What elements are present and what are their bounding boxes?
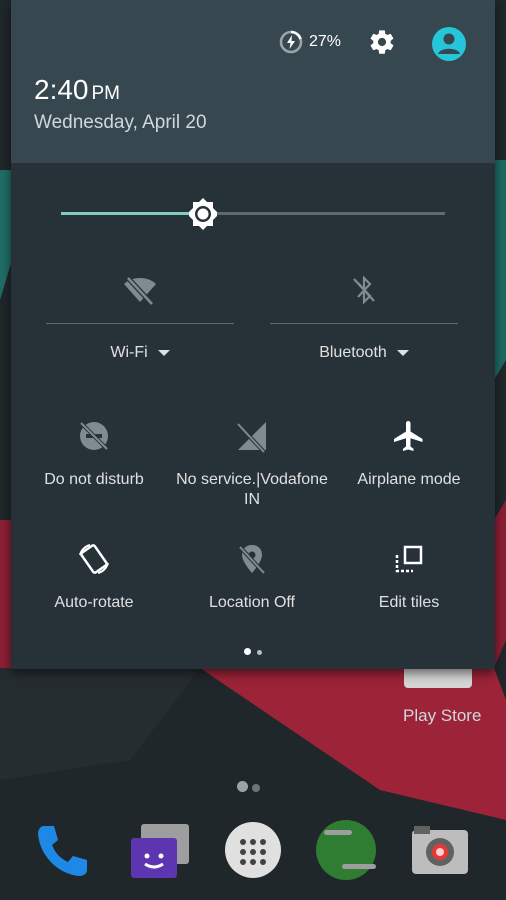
clock-ampm: PM — [91, 83, 121, 104]
do-not-disturb-icon[interactable] — [76, 418, 112, 454]
bluetooth-divider — [270, 323, 458, 324]
auto-rotate-icon[interactable] — [76, 541, 112, 577]
hangouts-icon[interactable] — [314, 818, 378, 882]
no-signal-icon[interactable] — [234, 418, 270, 454]
chevron-down-icon[interactable] — [157, 349, 170, 356]
date[interactable]: Wednesday, April 20 — [34, 112, 207, 134]
edit-tiles-label: Edit tiles — [378, 594, 440, 611]
edit-tiles-tile[interactable]: Edit tiles — [329, 541, 489, 613]
wifi-label[interactable]: Wi-Fi — [46, 344, 234, 362]
cellular-tile[interactable]: No service.|Vodafone IN — [172, 418, 332, 510]
quick-settings-panel: 27% 2:40 PM Wednesday, April 20 Wi-Fi Bl… — [11, 0, 495, 669]
location-label: Location Off — [209, 594, 295, 611]
location-off-icon[interactable] — [234, 541, 270, 577]
airplane-mode-tile[interactable]: Airplane mode — [329, 418, 489, 490]
camera-icon[interactable] — [408, 818, 472, 882]
edit-tiles-icon[interactable] — [391, 541, 427, 577]
clock[interactable]: 2:40 PM — [34, 74, 120, 106]
do-not-disturb-tile[interactable]: Do not disturb — [14, 418, 174, 490]
brightness-fill — [61, 212, 203, 215]
phone-icon[interactable] — [30, 818, 94, 882]
auto-rotate-label: Auto-rotate — [54, 594, 134, 611]
airplane-icon[interactable] — [391, 418, 427, 454]
cellular-label: No service.|Vodafone IN — [176, 471, 328, 508]
messaging-icon[interactable] — [127, 818, 191, 882]
user-account-icon[interactable] — [431, 26, 467, 62]
clock-time: 2:40 — [34, 74, 89, 105]
dock — [0, 810, 506, 900]
settings-gear-icon[interactable] — [368, 28, 396, 56]
home-page-indicator — [237, 779, 264, 797]
app-drawer-icon[interactable] — [221, 818, 285, 882]
wifi-off-icon[interactable] — [122, 272, 158, 308]
location-tile[interactable]: Location Off — [172, 541, 332, 613]
quick-settings-page-indicator — [11, 642, 495, 660]
bluetooth-off-icon[interactable] — [346, 272, 382, 308]
page-dot-current[interactable] — [244, 648, 251, 655]
wifi-divider — [46, 323, 234, 324]
bluetooth-label[interactable]: Bluetooth — [270, 344, 458, 362]
play-store-label[interactable]: Play Store — [403, 706, 481, 726]
auto-rotate-tile[interactable]: Auto-rotate — [14, 541, 174, 613]
quick-settings-header: 27% 2:40 PM Wednesday, April 20 — [11, 0, 495, 163]
battery-percentage: 27% — [309, 33, 342, 50]
do-not-disturb-label: Do not disturb — [44, 471, 144, 488]
brightness-slider[interactable] — [61, 196, 445, 232]
page-dot[interactable] — [257, 650, 262, 655]
play-store-icon[interactable] — [404, 668, 472, 688]
chevron-down-icon[interactable] — [396, 349, 409, 356]
airplane-mode-label: Airplane mode — [357, 471, 461, 488]
battery-charging-icon — [279, 30, 303, 54]
brightness-thumb-icon[interactable] — [186, 197, 220, 231]
